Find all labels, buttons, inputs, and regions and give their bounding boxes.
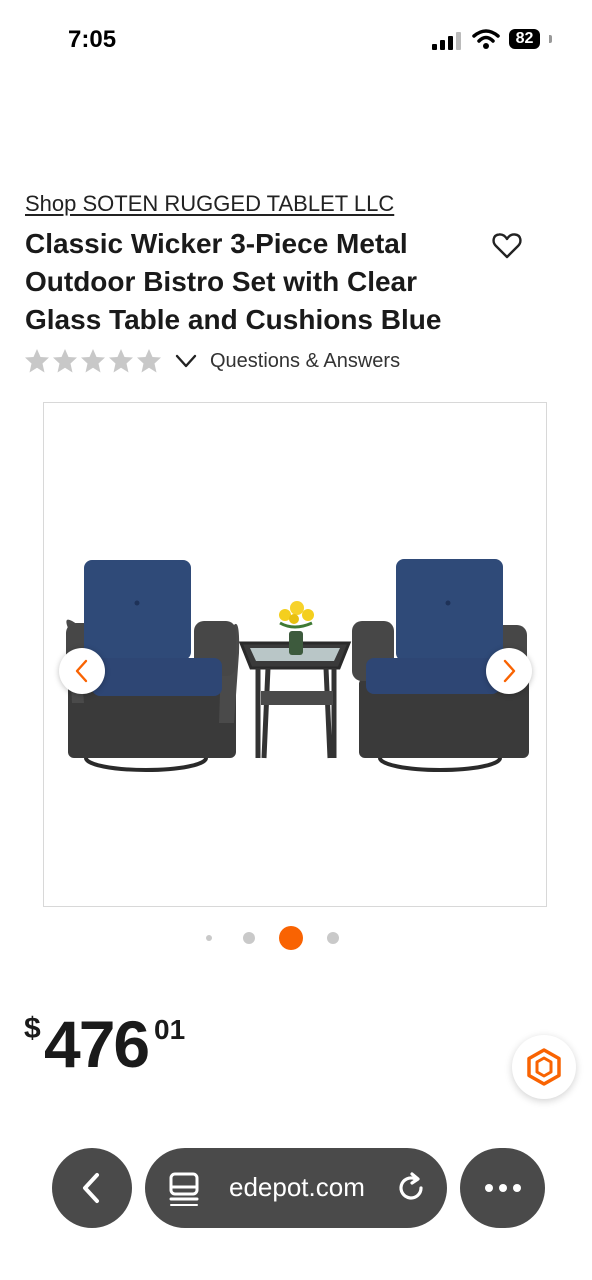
status-time: 7:05 xyxy=(68,26,117,53)
pagination-dot[interactable] xyxy=(327,932,339,944)
rating-stars xyxy=(24,348,162,374)
gallery-pagination xyxy=(0,925,592,953)
price-dollars: 476 xyxy=(44,1007,150,1081)
battery-level: 82 xyxy=(509,29,540,49)
star-icon xyxy=(53,349,77,373)
more-button[interactable] xyxy=(460,1148,545,1228)
price-cents: 01 xyxy=(154,1014,186,1045)
pagination-dot-active[interactable] xyxy=(279,926,303,950)
chat-button[interactable] xyxy=(512,1035,576,1099)
url-text: edepot.com xyxy=(229,1172,365,1202)
bistro-table xyxy=(238,601,352,759)
star-icon xyxy=(137,349,161,373)
signal-icon xyxy=(432,32,461,50)
rating-row[interactable]: Questions & Answers xyxy=(24,346,400,376)
star-icon xyxy=(109,349,133,373)
star-icon xyxy=(81,349,105,373)
chevron-left-icon xyxy=(75,659,88,683)
back-icon xyxy=(83,1173,99,1203)
product-image-gallery[interactable] xyxy=(43,402,547,907)
chat-icon xyxy=(527,1048,561,1086)
pagination-dot[interactable] xyxy=(243,932,255,944)
product-title: Classic Wicker 3-Piece Metal Outdoor Bis… xyxy=(25,228,442,335)
questions-answers-link[interactable]: Questions & Answers xyxy=(210,350,400,373)
battery-nub xyxy=(549,35,552,43)
chevron-down-icon[interactable] xyxy=(174,349,198,373)
brand-link[interactable]: Shop SOTEN RUGGED TABLET LLC xyxy=(25,191,394,217)
address-bar[interactable]: edepot.com xyxy=(145,1148,447,1228)
status-bar: 7:05 82 xyxy=(0,0,592,80)
next-image-button[interactable] xyxy=(486,648,532,694)
wifi-icon xyxy=(472,29,500,49)
more-icon xyxy=(484,1184,521,1192)
previous-image-button[interactable] xyxy=(59,648,105,694)
battery-indicator: 82 xyxy=(509,29,552,49)
reader-icon[interactable] xyxy=(169,1172,201,1206)
price-currency: $ xyxy=(24,1012,41,1045)
chevron-right-icon xyxy=(503,659,516,683)
browser-toolbar: edepot.com xyxy=(0,1140,592,1240)
product-image xyxy=(66,559,529,772)
browser-back-button[interactable] xyxy=(52,1148,132,1228)
heart-icon[interactable] xyxy=(492,232,522,260)
star-icon xyxy=(25,349,49,373)
reload-icon[interactable] xyxy=(395,1172,427,1204)
pagination-dot[interactable] xyxy=(206,935,212,941)
